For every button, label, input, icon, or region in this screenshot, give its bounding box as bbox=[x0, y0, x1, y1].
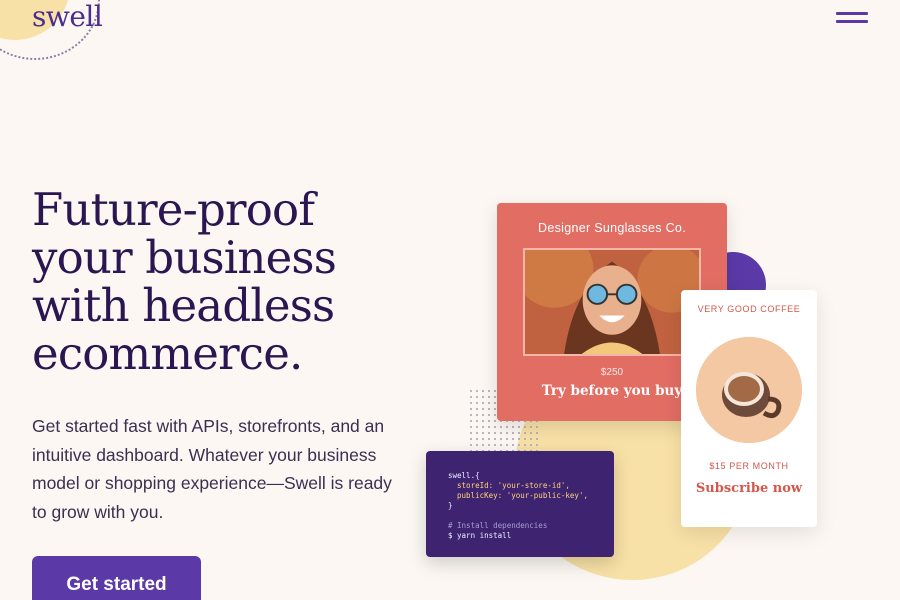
menu-bar-top bbox=[836, 12, 868, 15]
hero-description: Get started fast with APIs, storefronts,… bbox=[32, 416, 392, 522]
code-line: swell.{ bbox=[448, 471, 480, 480]
hero-title: Future-proof your business with headless… bbox=[32, 183, 337, 380]
get-started-button[interactable]: Get started bbox=[32, 556, 201, 600]
code-line: publicKey: 'your-public-key', bbox=[448, 491, 588, 500]
subscribe-now-link[interactable]: Subscribe now bbox=[691, 480, 807, 497]
swell-logo[interactable]: swell bbox=[32, 0, 103, 34]
hamburger-menu-icon[interactable] bbox=[832, 10, 872, 28]
landing-page: swell Future-proof your business with he… bbox=[0, 0, 900, 600]
coffee-subscription-card: VERY GOOD COFFEE $15 PER MONTH Subscribe… bbox=[681, 290, 817, 527]
code-line: $ yarn install bbox=[448, 531, 512, 540]
code-line: } bbox=[448, 501, 453, 510]
code-snippet-card: swell.{ storeId: 'your-store-id', public… bbox=[426, 451, 614, 557]
product-card-title: Designer Sunglasses Co. bbox=[538, 221, 686, 235]
subscription-price: $15 PER MONTH bbox=[709, 461, 789, 471]
coffee-card-title: VERY GOOD COFFEE bbox=[697, 304, 801, 314]
sunglasses-model-photo bbox=[523, 248, 701, 356]
code-comment: # Install dependencies bbox=[448, 521, 548, 530]
code-line: storeId: 'your-store-id', bbox=[448, 481, 570, 490]
coffee-cup-image bbox=[696, 337, 802, 443]
menu-bar-bottom bbox=[836, 20, 868, 23]
